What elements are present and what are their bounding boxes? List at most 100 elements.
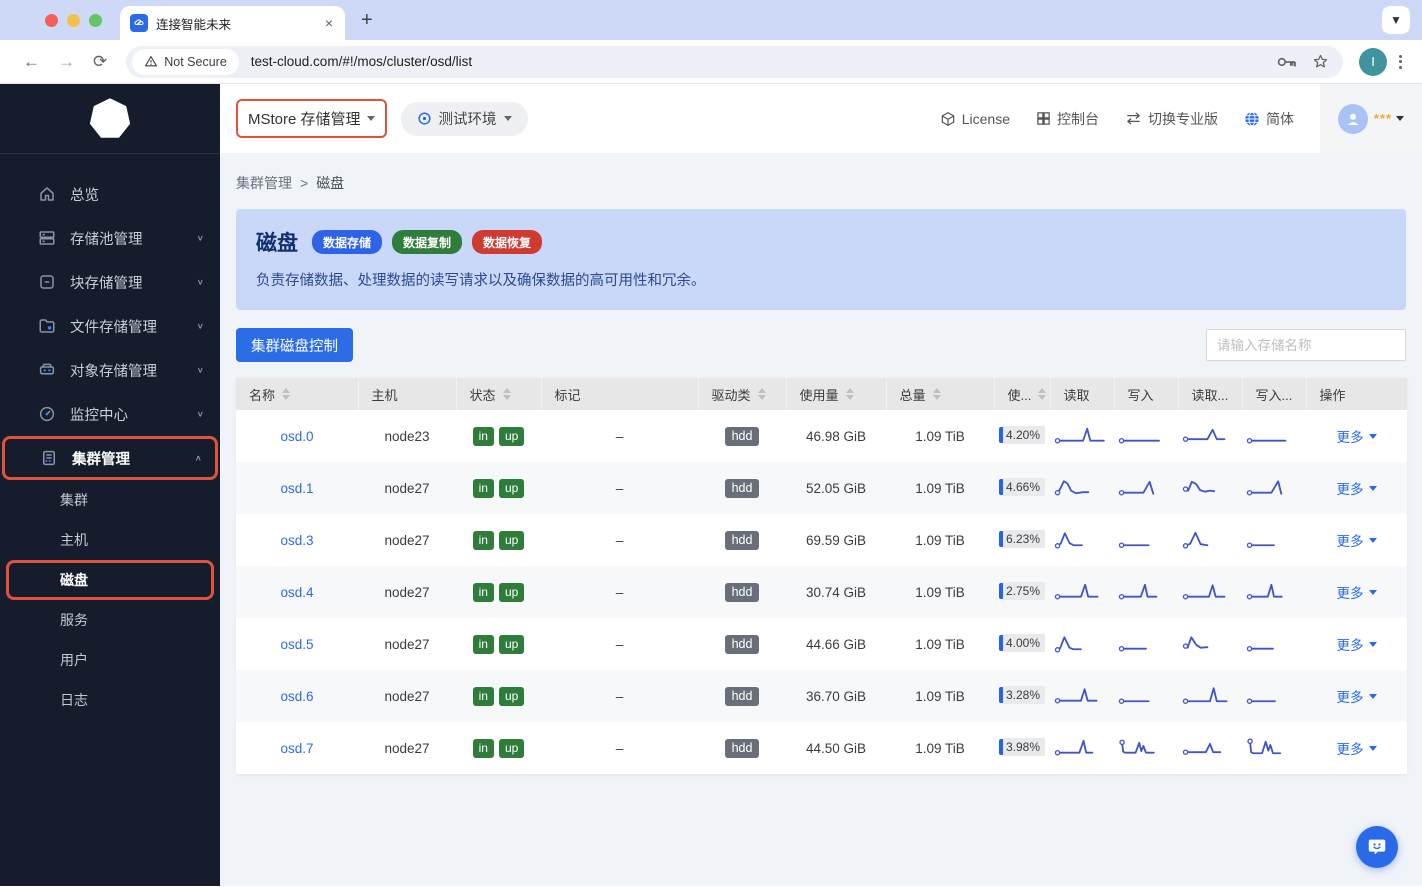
search-icon[interactable] (1394, 337, 1395, 353)
sidebar-item-label: 对象存储管理 (70, 363, 157, 380)
sidebar-item-label: 文件存储管理 (70, 319, 157, 336)
user-avatar (1337, 103, 1368, 134)
not-secure-chip[interactable]: Not Secure (132, 48, 239, 75)
status-cell: in up (456, 618, 541, 670)
column-header[interactable]: 驱动类 (698, 378, 787, 410)
window-controls[interactable] (45, 13, 102, 27)
more-actions-button[interactable]: 更多 (1337, 530, 1377, 550)
support-chat-button[interactable] (1356, 826, 1398, 868)
header-link-1[interactable]: 控制台 (1036, 109, 1099, 129)
osd-name-link[interactable]: osd.3 (280, 533, 313, 548)
more-actions-button[interactable]: 更多 (1337, 634, 1377, 654)
new-tab-button[interactable]: + (361, 10, 373, 30)
breadcrumb-parent[interactable]: 集群管理 (236, 173, 292, 193)
sidebar-subitem-5[interactable]: 日志 (0, 680, 220, 720)
password-key-icon[interactable] (1276, 55, 1298, 69)
browser-menu-icon[interactable] (1399, 54, 1402, 69)
user-menu[interactable]: *** (1320, 84, 1422, 153)
header-link-2[interactable]: 切换专业版 (1125, 109, 1218, 129)
column-header[interactable]: 名称 (236, 378, 359, 410)
total-cell: 1.09 TiB (915, 428, 965, 444)
osd-name-link[interactable]: osd.0 (280, 429, 313, 444)
used-cell: 30.74 GiB (786, 566, 886, 618)
app-logo[interactable] (0, 84, 220, 154)
osd-name-link[interactable]: osd.7 (280, 741, 313, 756)
sort-icon[interactable] (757, 388, 766, 400)
reload-icon[interactable]: ⟳ (93, 52, 107, 72)
sort-icon[interactable] (282, 388, 291, 400)
sparkline-chart (1182, 635, 1209, 649)
sidebar-item-3[interactable]: 文件存储管理 ∨ (0, 304, 220, 348)
sort-icon[interactable] (502, 388, 511, 400)
search-input[interactable] (1217, 337, 1394, 353)
used-cell: 46.98 GiB (805, 428, 867, 444)
tab-close-icon[interactable]: × (323, 15, 335, 31)
sidebar-item-0[interactable]: 总览 (0, 172, 220, 216)
url-text[interactable]: test-cloud.com/#!/mos/cluster/osd/list (251, 54, 1276, 69)
column-header: 读取 (1050, 378, 1115, 410)
username-masked: *** (1373, 111, 1393, 126)
breadcrumb-current: 磁盘 (316, 175, 345, 191)
product-switcher[interactable]: MStore 存储管理 (236, 99, 387, 138)
osd-name-link[interactable]: osd.6 (280, 689, 313, 704)
sidebar-subitem-4[interactable]: 用户 (0, 640, 220, 680)
column-header: 写入... (1242, 378, 1307, 410)
browser-tab[interactable]: 连接智能未来 × (120, 6, 345, 40)
column-header[interactable]: 使... (994, 378, 1051, 410)
bookmark-star-icon[interactable] (1312, 53, 1329, 70)
osd-name-link[interactable]: osd.1 (280, 481, 313, 496)
browser-profile-avatar[interactable]: I (1359, 47, 1387, 76)
sparkline-chart (1054, 635, 1082, 652)
usage-percent-badge: 2.75% (998, 582, 1046, 600)
header-link-0[interactable]: License (940, 111, 1010, 127)
back-icon[interactable]: ← (23, 52, 40, 72)
sort-icon[interactable] (932, 388, 941, 400)
sidebar-item-6[interactable]: 集群管理 ∧ (2, 436, 218, 480)
chevron-down-icon (1368, 485, 1377, 491)
column-header: 读取... (1178, 378, 1243, 410)
disk-table: 名称 主机 状态 标记 驱动类 使用量 总量 使... 读取 写入 读取... 写入... 操作 osd… (236, 378, 1407, 774)
more-actions-button[interactable]: 更多 (1337, 582, 1377, 602)
info-banner: 磁盘 数据存储 数据复制 数据恢复 负责存储数据、处理数据的读写请求以及确保数据的高… (236, 209, 1406, 310)
search-box[interactable] (1206, 329, 1406, 361)
cluster-disk-control-button[interactable]: 集群磁盘控制 (236, 328, 353, 362)
column-header[interactable]: 总量 (886, 378, 995, 410)
column-header[interactable]: 使用量 (786, 378, 887, 410)
forward-icon[interactable]: → (58, 52, 75, 72)
total-cell: 1.09 TiB (915, 532, 965, 548)
environment-selector[interactable]: 测试环境 (400, 101, 528, 136)
sort-icon[interactable] (1038, 388, 1047, 400)
osd-name-link[interactable]: osd.5 (280, 637, 313, 652)
sparkline-chart (1182, 531, 1209, 548)
breadcrumb: 集群管理 > 磁盘 (236, 173, 1406, 193)
minimize-window-button[interactable] (67, 13, 80, 27)
sidebar-item-2[interactable]: 块存储管理 ∨ (0, 260, 220, 304)
more-actions-button[interactable]: 更多 (1337, 686, 1377, 706)
maximize-window-button[interactable] (89, 13, 102, 27)
sort-icon[interactable] (845, 388, 854, 400)
url-bar[interactable]: Not Secure test-cloud.com/#!/mos/cluster… (126, 45, 1343, 78)
object-storage-icon (38, 361, 56, 379)
more-actions-button[interactable]: 更多 (1337, 426, 1377, 446)
sidebar-subitem-2[interactable]: 磁盘 (6, 560, 214, 600)
more-actions-button[interactable]: 更多 (1337, 738, 1377, 758)
table-row-osd.5: osd.5 node27 in up – hdd 44.66 GiB 1.09 T… (236, 618, 1407, 670)
sidebar-item-1[interactable]: 存储池管理 ∨ (0, 216, 220, 260)
status-cell: in up (456, 462, 541, 514)
host-cell: node23 (384, 428, 430, 444)
osd-name-link[interactable]: osd.4 (280, 585, 313, 600)
more-actions-button[interactable]: 更多 (1337, 478, 1377, 498)
host-cell: node27 (358, 462, 456, 514)
sidebar-subitem-1[interactable]: 主机 (0, 520, 220, 560)
close-window-button[interactable] (45, 13, 58, 27)
sidebar-subitem-3[interactable]: 服务 (0, 600, 220, 640)
status-cell: in up (456, 514, 541, 566)
column-header[interactable]: 状态 (456, 378, 542, 410)
tab-search-chevron-icon[interactable]: ▼ (1382, 6, 1410, 34)
total-cell: 1.09 TiB (915, 740, 965, 756)
header-link-3[interactable]: 简体 (1244, 109, 1294, 129)
sidebar-item-5[interactable]: 监控中心 ∨ (0, 392, 220, 436)
sidebar-subitem-0[interactable]: 集群 (0, 480, 220, 520)
drive-type-badge: hdd (724, 530, 760, 550)
sidebar-item-4[interactable]: 对象存储管理 ∨ (0, 348, 220, 392)
